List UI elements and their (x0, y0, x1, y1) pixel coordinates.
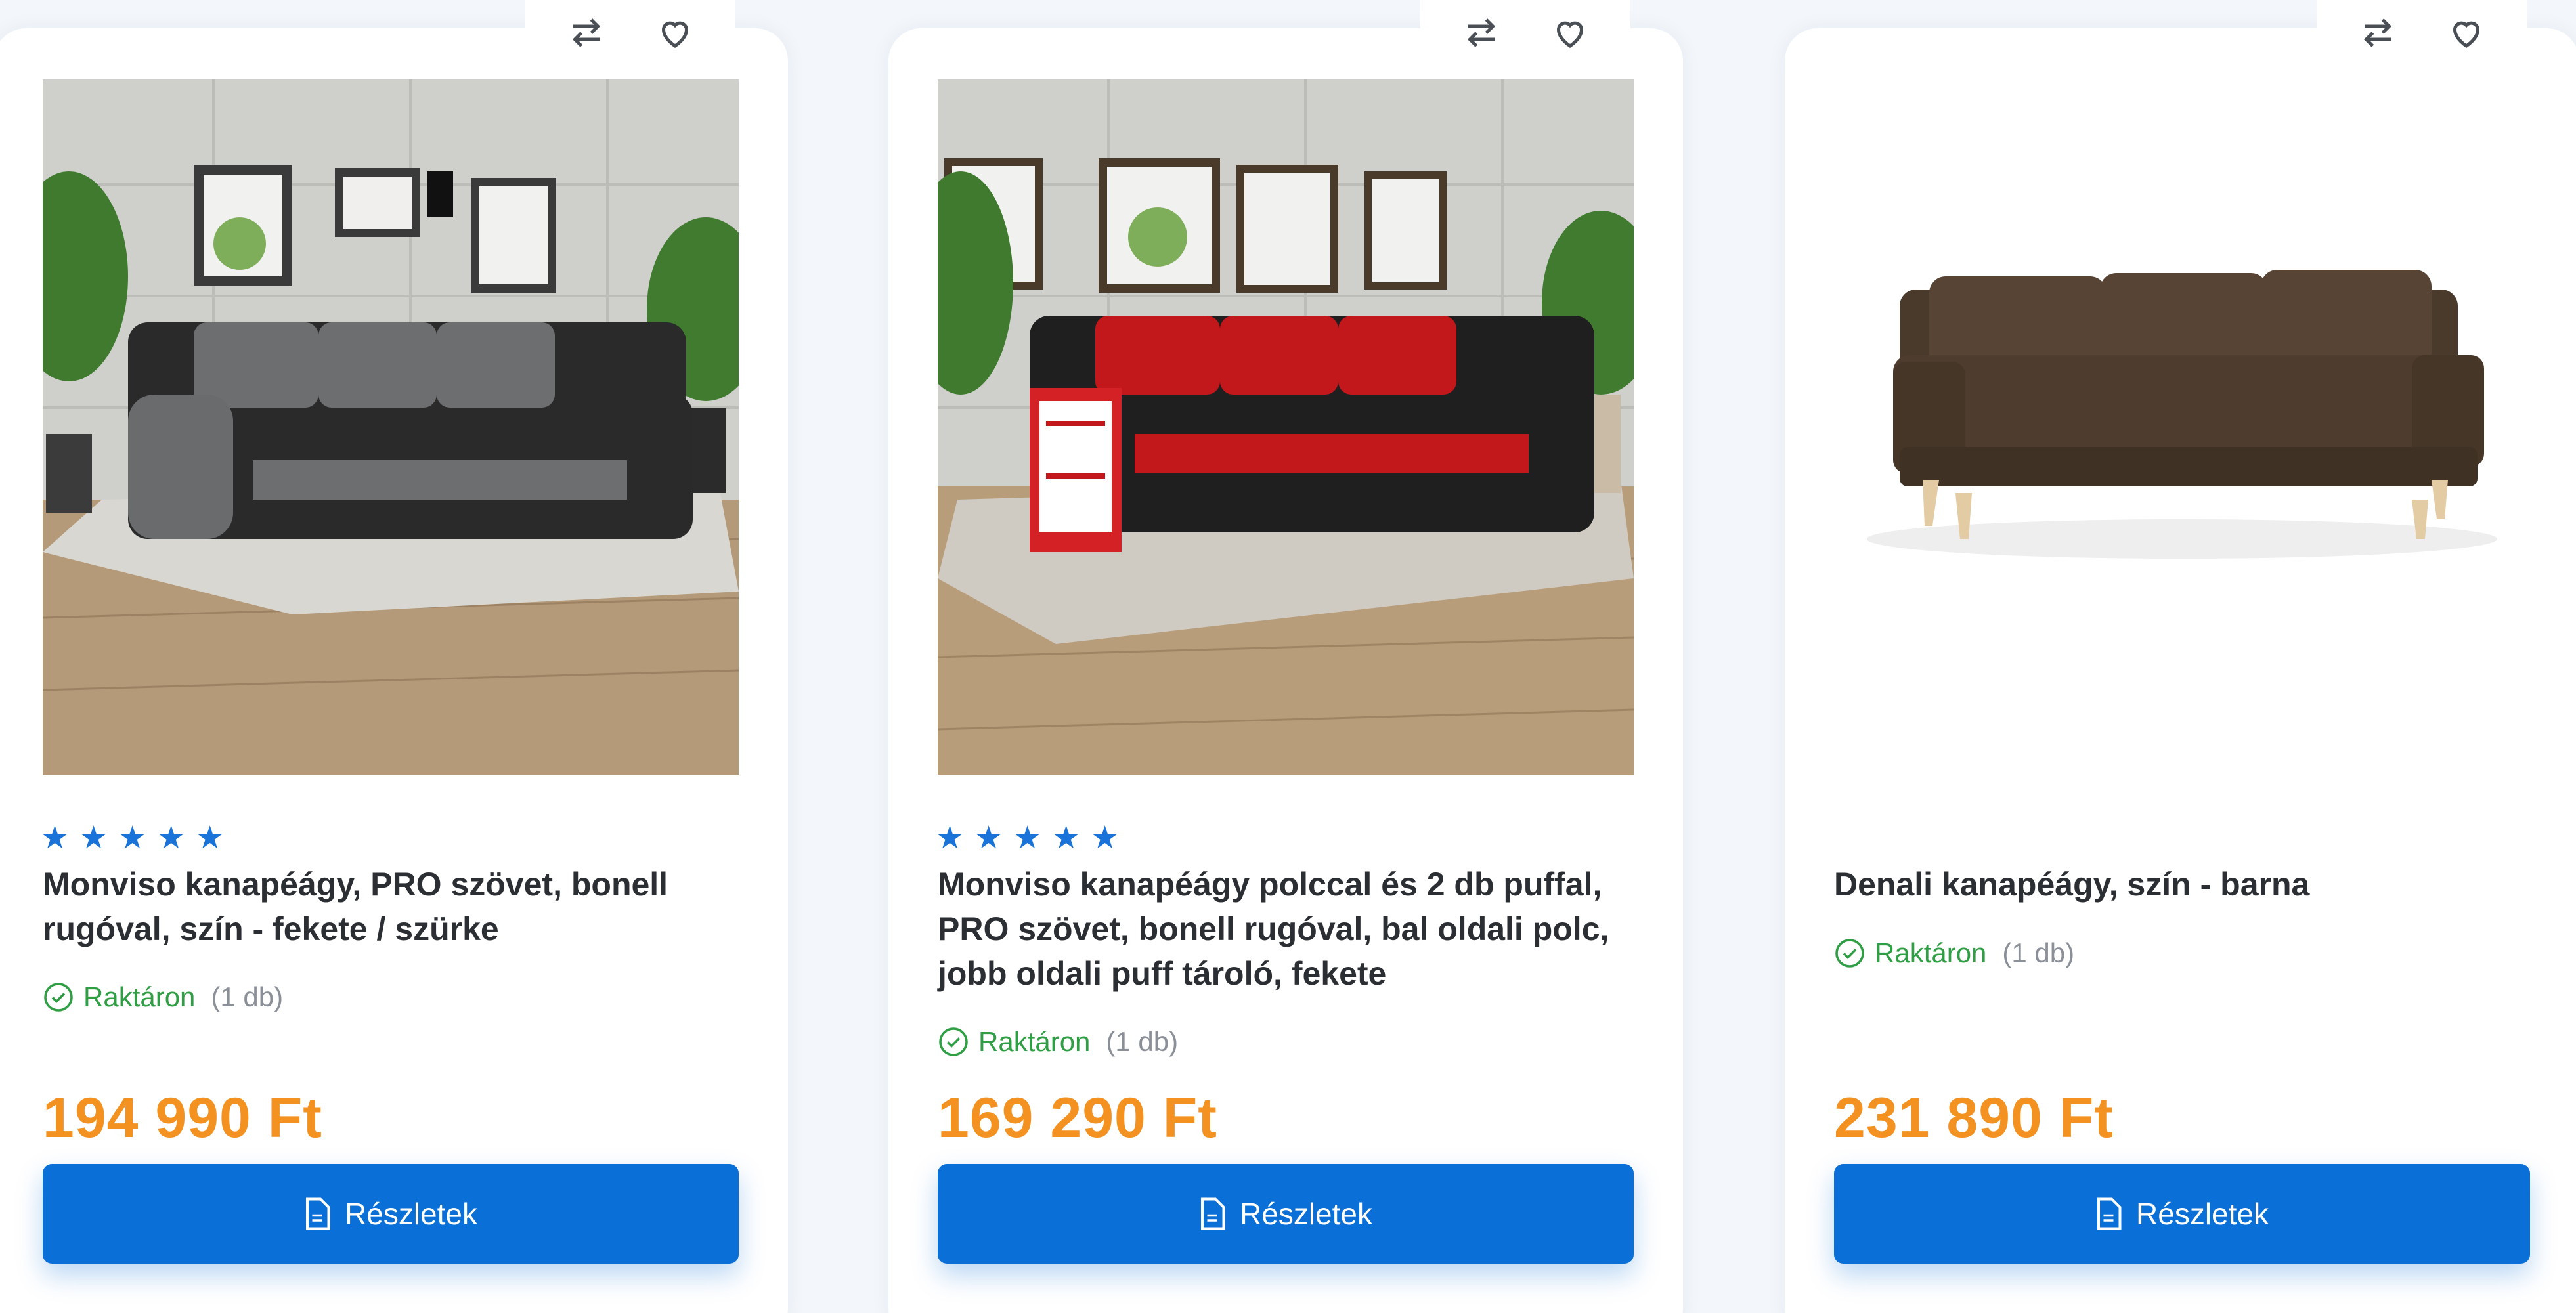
compare-arrows-icon (2363, 18, 2391, 47)
details-button[interactable]: Részletek (43, 1164, 739, 1264)
details-button-label: Részletek (1240, 1197, 1372, 1231)
product-price: 231 890 Ft (1834, 1087, 2114, 1150)
heart-icon (2453, 21, 2479, 48)
wishlist-button[interactable] (2440, 7, 2493, 59)
product-price: 169 290 Ft (938, 1087, 1217, 1150)
details-button-label: Részletek (345, 1197, 477, 1231)
product-card: ★ ★ ★ ★ ★ Monviso kanapéágy, PRO szövet, bon… (0, 0, 788, 1313)
heart-icon (1556, 21, 1583, 48)
stock-status: Raktáron (1 db) (1834, 937, 2074, 969)
stock-quantity: (1 db) (2002, 937, 2075, 968)
wishlist-button[interactable] (649, 7, 701, 59)
product-title[interactable]: Denali kanapéágy, szín - barna (1834, 862, 2537, 907)
compare-arrows-icon (572, 18, 600, 47)
details-button[interactable]: Részletek (938, 1164, 1634, 1264)
product-image[interactable] (1834, 79, 2530, 775)
product-image[interactable] (43, 79, 739, 775)
heart-icon (661, 21, 688, 48)
check-circle-icon (44, 983, 73, 1012)
compare-button[interactable] (560, 7, 613, 59)
stock-quantity: (1 db) (1106, 1026, 1179, 1057)
product-actions (525, 0, 735, 66)
product-price: 194 990 Ft (43, 1087, 322, 1150)
product-actions (1420, 0, 1630, 66)
stock-label: Raktáron (1875, 937, 1987, 968)
compare-button[interactable] (2351, 7, 2404, 59)
product-card: Denali kanapéágy, szín - barna Raktáron … (1785, 0, 2576, 1313)
wishlist-button[interactable] (1544, 7, 1596, 59)
details-button-label: Részletek (2136, 1197, 2269, 1231)
product-title[interactable]: Monviso kanapéágy, PRO szövet, bonell ru… (43, 862, 745, 951)
product-image[interactable] (938, 79, 1634, 775)
stock-status: Raktáron (1 db) (43, 981, 283, 1013)
compare-arrows-icon (1467, 18, 1495, 47)
stock-quantity: (1 db) (211, 981, 284, 1012)
product-card: ★ ★ ★ ★ ★ Monviso kanapéágy polccal és 2 db … (888, 0, 1683, 1313)
rating-stars: ★ ★ ★ ★ ★ (936, 821, 1120, 855)
product-title[interactable]: Monviso kanapéágy polccal és 2 db puffal… (938, 862, 1640, 996)
details-button[interactable]: Részletek (1834, 1164, 2530, 1264)
stock-label: Raktáron (978, 1026, 1091, 1057)
stock-status: Raktáron (1 db) (938, 1026, 1178, 1058)
document-icon (2097, 1197, 2122, 1230)
document-icon (306, 1197, 330, 1230)
document-icon (1201, 1197, 1225, 1230)
rating-stars: ★ ★ ★ ★ ★ (41, 821, 225, 855)
product-actions (2317, 0, 2527, 66)
check-circle-icon (939, 1027, 968, 1056)
compare-button[interactable] (1455, 7, 1508, 59)
check-circle-icon (1835, 939, 1864, 968)
stock-label: Raktáron (83, 981, 196, 1012)
